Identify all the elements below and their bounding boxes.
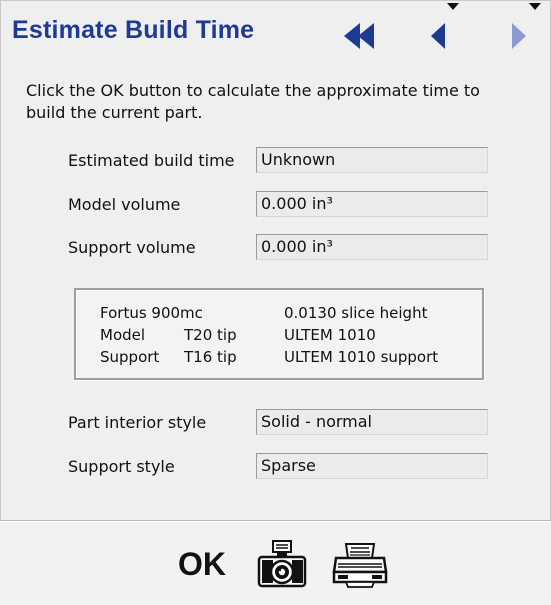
print-button[interactable]: [332, 542, 388, 588]
support-label: Support: [100, 348, 160, 366]
support-style-label: Support style: [68, 457, 175, 476]
model-label: Model: [100, 326, 146, 344]
part-interior-style-label: Part interior style: [68, 413, 207, 432]
triangle-left-icon: [431, 23, 445, 49]
previous-page-button[interactable]: [427, 20, 449, 52]
support-volume-label: Support volume: [68, 238, 196, 257]
machine-info-panel: Fortus 900mc 0.0130 slice height Model T…: [74, 288, 484, 380]
double-triangle-left-icon: [344, 23, 374, 49]
model-volume-field: 0.000 in³: [256, 191, 488, 217]
footer-toolbar: OK: [0, 522, 551, 605]
support-volume-field: 0.000 in³: [256, 234, 488, 260]
estimated-build-time-label: Estimated build time: [68, 151, 235, 170]
caret-down-icon: [447, 3, 459, 10]
estimated-build-time-field: Unknown: [256, 147, 488, 173]
part-interior-style-field: Solid - normal: [256, 409, 488, 435]
slice-height: 0.0130 slice height: [284, 304, 428, 322]
ok-button[interactable]: OK: [178, 546, 226, 583]
support-style-field: Sparse: [256, 453, 488, 479]
caret-down-icon: [529, 3, 541, 10]
support-tip: T16 tip: [184, 348, 237, 366]
page-title: Estimate Build Time: [12, 16, 255, 44]
support-material: ULTEM 1010 support: [284, 348, 439, 366]
first-page-button[interactable]: [342, 20, 378, 52]
machine-name: Fortus 900mc: [100, 304, 203, 322]
printer-icon: [332, 543, 388, 588]
model-material: ULTEM 1010: [284, 326, 376, 344]
instructions-text: Click the OK button to calculate the app…: [26, 81, 480, 122]
header-bar: Estimate Build Time: [0, 0, 551, 66]
model-tip: T20 tip: [184, 326, 237, 344]
camera-button[interactable]: [256, 538, 308, 590]
model-volume-label: Model volume: [68, 195, 181, 214]
triangle-right-icon: [512, 23, 526, 49]
next-page-button[interactable]: [508, 20, 530, 52]
camera-icon: [257, 540, 307, 588]
